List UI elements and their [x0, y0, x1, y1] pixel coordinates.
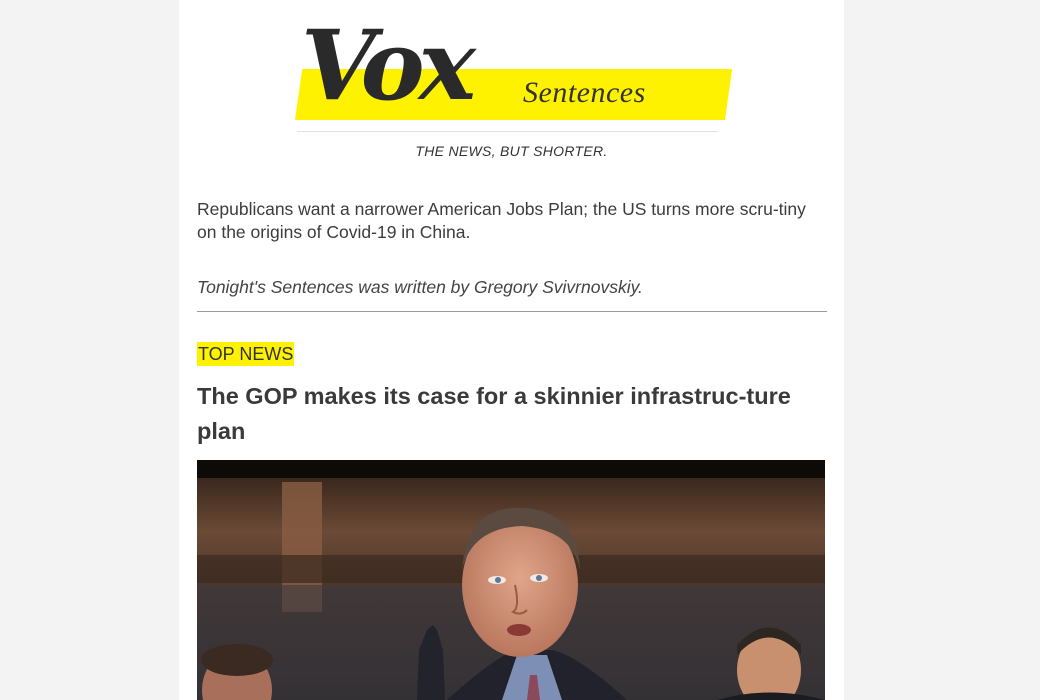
photo-illustration [197, 460, 825, 700]
intro-summary: Republicans want a narrower American Job… [197, 199, 806, 242]
story-headline[interactable]: The GOP makes its case for a skinnier in… [197, 379, 807, 449]
section-label-top-news: TOP NEWS [197, 342, 295, 366]
sentences-wordmark: Sentences [523, 76, 646, 109]
vox-logo: Vox [301, 9, 476, 122]
email-body: Vox Sentences THE NEWS, BUT SHORTER. Rep… [179, 0, 844, 700]
byline: Tonight's Sentences was written by Grego… [197, 277, 643, 297]
section-divider [197, 311, 827, 312]
story-photo[interactable] [197, 460, 825, 700]
tagline: THE NEWS, BUT SHORTER. [415, 143, 608, 159]
vox-sentences-masthead[interactable]: Vox Sentences [295, 18, 733, 136]
masthead-divider [297, 131, 718, 132]
